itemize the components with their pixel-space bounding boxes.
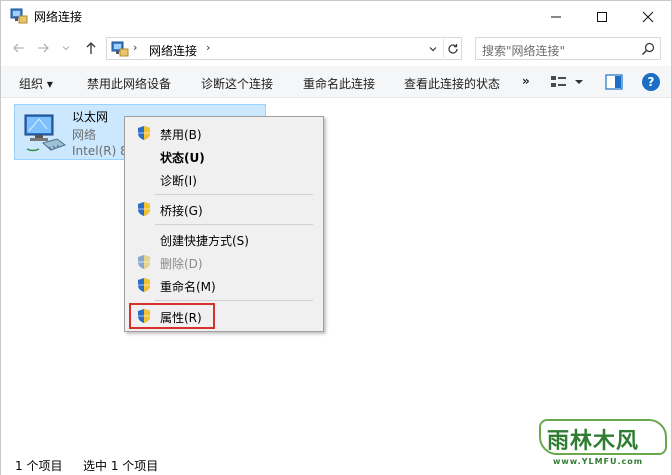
disable-device-button[interactable]: 禁用此网络设备 <box>87 75 171 92</box>
file-list[interactable]: 以太网 网络 Intel(R) 8 <box>1 99 671 453</box>
watermark-logo: 雨林木风 www.YLMFU.com <box>539 413 669 466</box>
menu-item-label: 诊断(I) <box>160 174 197 188</box>
watermark-text: 雨林木风 <box>547 429 640 454</box>
watermark-frame: 雨林木风 <box>539 419 667 455</box>
minimize-icon <box>551 16 561 17</box>
connection-name: 以太网 <box>72 110 109 124</box>
menu-item-create-shortcut[interactable]: 创建快捷方式(S) <box>127 228 321 250</box>
menu-item-label: 禁用(B) <box>160 128 202 142</box>
selected-count: 选中 1 个项目 <box>83 459 159 473</box>
uac-shield-icon <box>138 278 150 292</box>
watermark-url: www.YLMFU.com <box>553 457 644 466</box>
address-bar[interactable]: › 网络连接 › <box>106 37 462 60</box>
search-icon[interactable] <box>640 41 656 57</box>
arrow-up-icon <box>86 42 96 54</box>
navigation-bar: › 网络连接 › 搜索"网络连接" <box>1 32 671 64</box>
menu-item-status[interactable]: 状态(U) <box>127 145 321 167</box>
more-commands-button[interactable]: » <box>522 74 530 88</box>
menu-item-label: 状态(U) <box>160 151 205 165</box>
title-bar[interactable]: 网络连接 <box>1 1 671 32</box>
maximize-icon <box>597 11 607 22</box>
search-box[interactable]: 搜索"网络连接" <box>475 37 661 60</box>
menu-separator <box>155 194 313 195</box>
properties-highlight-box <box>129 303 215 329</box>
view-status-button[interactable]: 查看此连接的状态 <box>404 75 500 92</box>
window-title: 网络连接 <box>34 10 83 24</box>
context-menu: 禁用(B) 状态(U) 诊断(I) 桥接(G) 创建快捷方式(S) 删除(D) … <box>124 116 324 332</box>
up-button[interactable] <box>81 38 101 58</box>
recent-locations-button[interactable] <box>59 38 73 58</box>
ethernet-adapter-icon <box>24 114 67 152</box>
network-folder-icon <box>10 8 28 24</box>
uac-shield-icon <box>138 255 150 269</box>
maximize-button[interactable] <box>579 1 625 32</box>
menu-item-label: 重命名(M) <box>160 280 216 294</box>
close-button[interactable] <box>625 1 671 32</box>
uac-shield-icon <box>138 202 150 216</box>
breadcrumb-chevron-icon[interactable]: › <box>133 41 137 54</box>
menu-item-label: 创建快捷方式(S) <box>160 234 249 248</box>
close-icon <box>642 11 654 22</box>
preview-pane-icon[interactable] <box>605 74 623 90</box>
menu-item-label: 桥接(G) <box>160 204 203 218</box>
menu-separator <box>155 300 313 301</box>
rename-connection-button[interactable]: 重命名此连接 <box>303 75 375 92</box>
chevron-down-icon <box>429 46 437 51</box>
menu-separator <box>155 224 313 225</box>
forward-button[interactable] <box>33 38 53 58</box>
menu-item-bridge[interactable]: 桥接(G) <box>127 198 321 220</box>
refresh-icon <box>447 43 458 54</box>
explorer-window: 网络连接 › 网络连接 › 搜索"网络连接" 组织 ▾ 禁用此网络设备 诊断这个… <box>0 0 672 475</box>
menu-item-diagnose[interactable]: 诊断(I) <box>127 168 321 190</box>
search-placeholder: 搜索"网络连接" <box>482 44 566 58</box>
arrow-right-icon <box>38 43 49 53</box>
menu-item-disable[interactable]: 禁用(B) <box>127 122 321 144</box>
organize-button[interactable]: 组织 ▾ <box>19 75 53 92</box>
help-button[interactable]: ? <box>642 73 660 91</box>
breadcrumb-chevron-icon[interactable]: › <box>206 41 210 54</box>
item-count: 1 个项目 <box>15 459 63 473</box>
uac-shield-icon <box>138 126 150 140</box>
connection-type: 网络 <box>72 128 97 142</box>
command-bar: 组织 ▾ 禁用此网络设备 诊断这个连接 重命名此连接 查看此连接的状态 » ? <box>1 66 671 98</box>
refresh-button[interactable] <box>443 39 461 58</box>
back-button[interactable] <box>9 38 29 58</box>
menu-item-rename[interactable]: 重命名(M) <box>127 274 321 296</box>
menu-item-label: 删除(D) <box>160 257 203 271</box>
arrow-left-icon <box>13 43 24 53</box>
breadcrumb-network-connections[interactable]: 网络连接 <box>149 42 197 59</box>
address-dropdown-button[interactable] <box>425 39 441 58</box>
network-folder-icon <box>111 41 129 57</box>
minimize-button[interactable] <box>533 1 579 32</box>
connection-device: Intel(R) 8 <box>72 144 128 158</box>
chevron-down-icon <box>62 46 70 51</box>
menu-item-delete[interactable]: 删除(D) <box>127 251 321 273</box>
change-view-icon[interactable] <box>549 73 585 91</box>
diagnose-connection-button[interactable]: 诊断这个连接 <box>201 75 273 92</box>
